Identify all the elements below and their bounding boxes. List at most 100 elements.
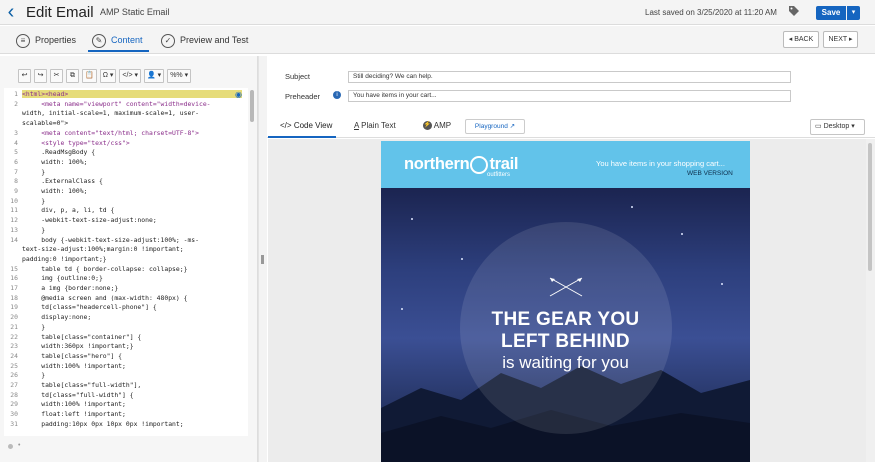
hero-headline-line1: THE GEAR YOU [491, 309, 640, 330]
line-number: 24 [10, 351, 18, 360]
line-number: 12 [10, 216, 18, 225]
line-number: 8 [14, 177, 18, 186]
pencil-icon: ✎ [92, 33, 106, 48]
line-number: 1 [14, 90, 18, 98]
code-text: table[class="container"] { [22, 332, 142, 341]
splitter-handle[interactable] [261, 255, 264, 264]
preheader-label: Preheader [285, 92, 321, 101]
code-text: width, initial-scale=1, maximum-scale=1,… [22, 109, 199, 118]
status-dot [8, 444, 13, 449]
line-number: 22 [10, 332, 18, 341]
code-text: table[class="hero"] { [22, 351, 123, 360]
line-number: 17 [10, 284, 18, 292]
save-button[interactable]: Save [816, 6, 846, 20]
cut-button[interactable]: ✂ [50, 69, 63, 83]
code-text: table[class="full-width"], [22, 381, 142, 389]
line-number: 15 [10, 264, 18, 273]
tab-preview-and-test[interactable]: ✓ Preview and Test [161, 31, 248, 49]
tab-preview-label: Preview and Test [180, 35, 249, 45]
undo-button[interactable]: ↩ [18, 69, 31, 83]
text-format-icon: A [354, 121, 359, 130]
line-number: 16 [10, 274, 18, 283]
code-text: .ExternalClass { [22, 177, 103, 186]
tab-code-view-label: Code View [293, 121, 333, 130]
line-number: 4 [14, 138, 18, 147]
code-text: float:left !important; [22, 410, 126, 419]
more-icon[interactable]: • [18, 442, 20, 449]
subject-label: Subject [285, 72, 311, 81]
line-number: 21 [10, 322, 18, 331]
playground-button[interactable]: Playground ↗ [465, 119, 525, 134]
personalization-dropdown[interactable]: 👤 ▾ [144, 69, 165, 83]
next-button[interactable]: NEXT ▸ [823, 31, 858, 48]
code-text: padding:0 !important;} [22, 254, 107, 263]
star-dot [411, 218, 413, 220]
preview-scrollbar-thumb[interactable] [868, 143, 872, 271]
code-editor[interactable]: 1 <html><head> 2 <meta name="viewport" con… [4, 88, 248, 436]
crossed-arrows-icon [548, 276, 584, 301]
tab-amp[interactable]: ⚡ AMP [423, 121, 451, 131]
line-number: 7 [14, 167, 18, 176]
info-icon[interactable]: i [333, 91, 341, 99]
line-number: 31 [10, 419, 18, 428]
chevron-left-icon[interactable]: ‹ [4, 2, 18, 22]
device-select[interactable]: ▭ Desktop ▾ [810, 119, 865, 135]
last-saved-text: Last saved on 3/25/2020 at 11:20 AM [645, 8, 777, 17]
code-snippet-dropdown[interactable]: </> ▾ [119, 69, 142, 83]
line-number: 3 [14, 128, 18, 137]
copy-button[interactable]: ⧉ [66, 69, 79, 83]
star-dot [681, 233, 683, 235]
tab-code-view[interactable]: </> Code View [280, 121, 332, 130]
tab-content-label: Content [111, 35, 143, 45]
brand-name-northern: northern [404, 155, 470, 173]
code-text: width: 100%; [22, 157, 88, 166]
code-icon: </> [280, 121, 292, 130]
redo-button[interactable]: ↪ [34, 69, 47, 83]
special-char-dropdown[interactable]: Ω ▾ [99, 69, 117, 83]
monitor-icon: ▭ [815, 123, 822, 130]
eye-icon[interactable]: ◉ [235, 90, 242, 99]
code-text: } [22, 167, 46, 176]
editor-toolbar: ↩ ↪ ✂ ⧉ 📋 Ω ▾ </> ▾ 👤 ▾ %% ▾ [18, 69, 192, 83]
subject-input[interactable]: Still deciding? We can help. [348, 71, 791, 83]
hero-headline-line2: LEFT BEHIND [501, 331, 630, 352]
caret-down-icon[interactable]: ▾ [847, 6, 860, 20]
code-text: width:100% !important; [22, 400, 126, 409]
line-number: 28 [10, 390, 18, 399]
code-text: .ReadMsgBody { [22, 148, 96, 157]
back-button[interactable]: ◂ BACK [783, 31, 819, 48]
amp-icon: ⚡ [423, 121, 432, 131]
editor-scrollbar[interactable] [250, 90, 254, 122]
tab-properties[interactable]: ≡ Properties [16, 31, 76, 49]
tab-plain-text[interactable]: A Plain Text [354, 121, 396, 130]
line-number: 29 [10, 400, 18, 409]
web-version-link[interactable]: WEB VERSION [687, 170, 733, 177]
code-text: td[class="headercell-phone"] { [22, 303, 157, 312]
code-text: <html><head> [22, 90, 242, 98]
code-text: } [22, 322, 46, 331]
code-text: width:360px !important;} [22, 342, 134, 351]
code-text: td[class="full-width"] { [22, 390, 134, 399]
line-number: 26 [10, 371, 18, 380]
page-title: Edit Email [26, 4, 94, 21]
star-dot [631, 206, 633, 208]
code-text: @media screen and (max-width: 480px) { [22, 293, 188, 302]
code-text: body {-webkit-text-size-adjust:100%; -ms… [22, 235, 199, 244]
tab-plain-text-label: Plain Text [361, 121, 396, 130]
external-link-icon: ↗ [509, 123, 516, 130]
preheader-input[interactable]: You have items in your cart... [348, 90, 791, 102]
paste-button[interactable]: 📋 [82, 69, 97, 83]
tab-content[interactable]: ✎ Content [92, 31, 143, 49]
code-text: } [22, 371, 46, 380]
code-text: <meta content="text/html; charset=UTF-8"… [22, 128, 199, 137]
tag-icon[interactable] [786, 5, 802, 19]
ampscript-dropdown[interactable]: %% ▾ [167, 69, 192, 83]
star-dot [721, 283, 723, 285]
code-text: } [22, 196, 46, 205]
code-text: text-size-adjust:100%;margin:0 !importan… [22, 245, 184, 254]
line-number: 5 [14, 148, 18, 157]
code-text: } [22, 225, 46, 234]
playground-label: Playground [474, 123, 508, 130]
code-text: a img {border:none;} [22, 284, 119, 292]
email-name: AMP Static Email [100, 7, 170, 17]
